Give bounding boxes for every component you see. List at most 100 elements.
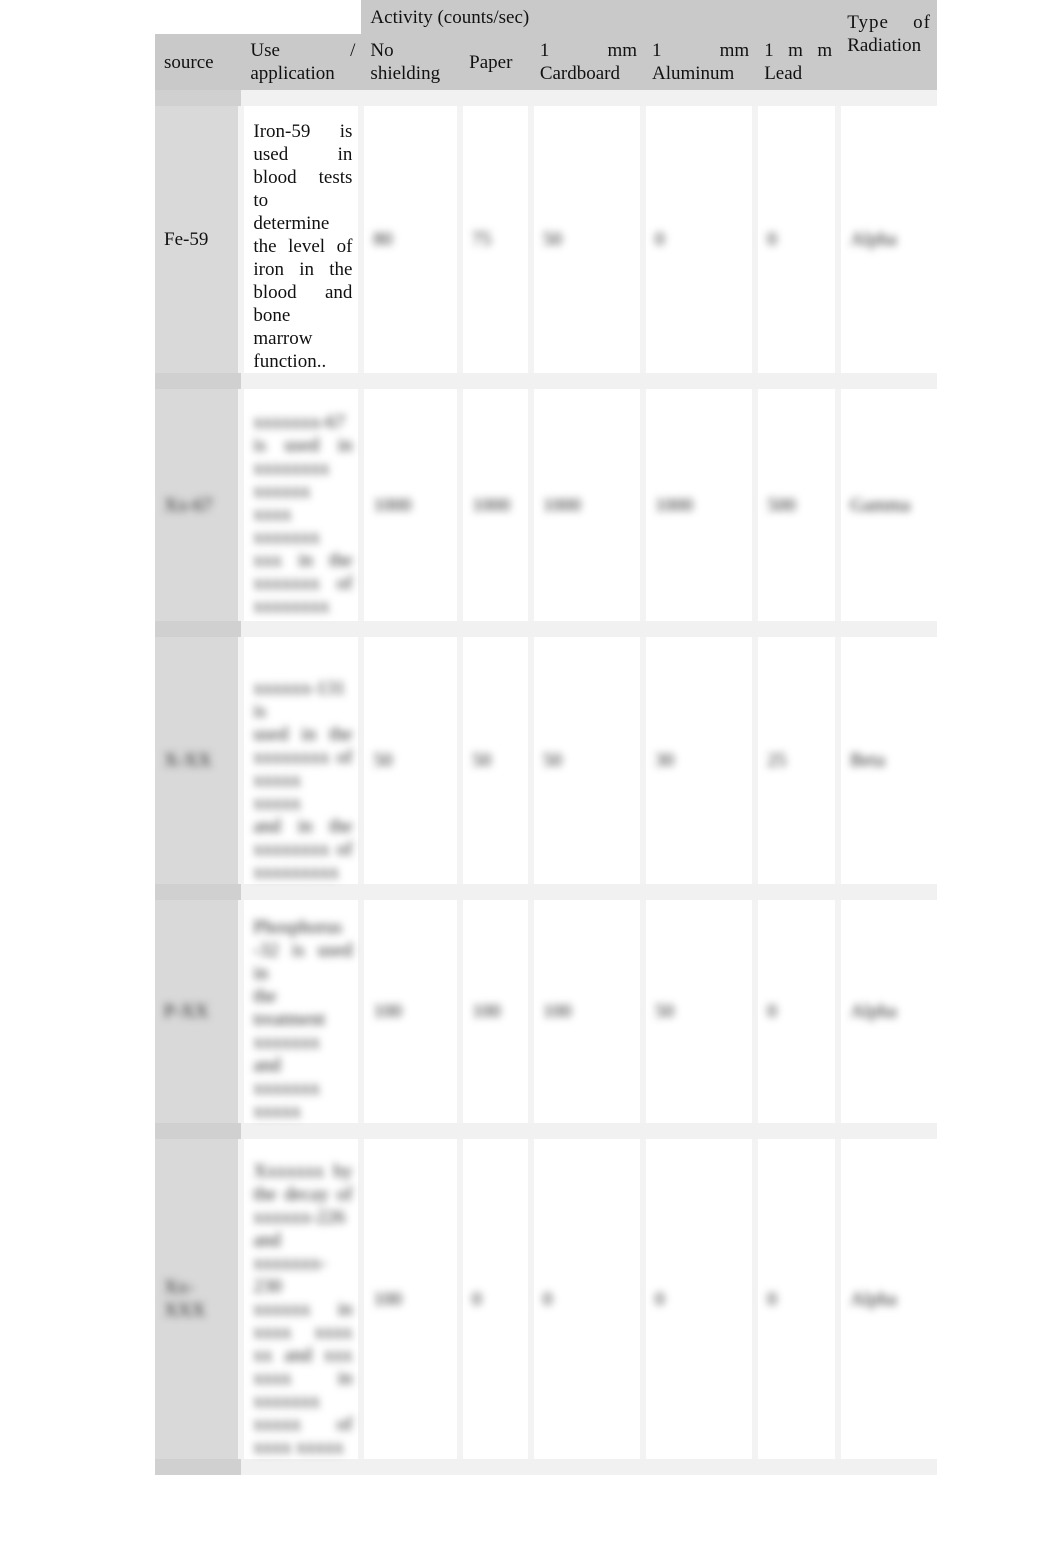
separator-cell: [361, 884, 461, 900]
aluminum-value: 0: [655, 229, 665, 250]
cardboard-cell: 50: [527, 637, 643, 884]
aluminum-cell: 0: [639, 106, 756, 373]
paper-value: 50: [472, 750, 492, 771]
header-text: 1: [652, 40, 662, 61]
no-shielding-value: 100: [373, 1288, 402, 1310]
paper-cell: 0: [457, 1139, 531, 1459]
source-cell: P-XX: [155, 900, 242, 1123]
separator-cell: [155, 621, 242, 637]
aluminum-cell: 30: [639, 637, 756, 884]
row-separator: [155, 621, 937, 637]
table-row: Xx-XXX Xxxxxxx by the decay of xxxxxx-226 an…: [155, 1139, 937, 1459]
use-text-line: xxxxx: [253, 1101, 301, 1122]
separator-cell: [530, 621, 643, 637]
source-cell: X-XX: [155, 637, 242, 884]
header-text: No: [370, 40, 394, 61]
separator-cell: [460, 1123, 531, 1139]
header-type-line2: Radiation: [847, 35, 922, 56]
lead-cell: 0: [752, 1139, 839, 1459]
no-shielding-cell: 100: [358, 900, 461, 1123]
header-text: Use: [250, 40, 280, 61]
separator-cell: [361, 621, 461, 637]
use-text-line: xxxx xxxxx: [253, 1436, 344, 1458]
separator-cell: [361, 90, 461, 106]
use-text-line: and in the: [253, 816, 353, 837]
lead-cell: 500: [752, 389, 839, 621]
source-label: X-XX: [164, 750, 212, 771]
type-cell: Gamma: [835, 389, 937, 621]
use-text-line: Iron-59 is: [253, 121, 353, 142]
use-text-line: xxxxxxxx of: [253, 839, 353, 860]
lead-value: 500: [767, 494, 796, 516]
no-shielding-value: 100: [373, 1001, 402, 1022]
paper-value: 0: [472, 1288, 482, 1310]
use-text-line: xxxxxxx: [253, 1078, 320, 1099]
header-text: of: [913, 12, 931, 33]
aluminum-value: 1000: [655, 494, 693, 516]
aluminum-value: 50: [655, 1001, 674, 1022]
lead-cell: 0: [752, 106, 839, 373]
header-text: m m: [788, 40, 833, 61]
use-application-cell: Phosphorus -32 is used in the treatment xxx…: [238, 900, 362, 1123]
type-value: Beta: [850, 750, 886, 771]
separator-cell: [755, 1459, 839, 1475]
cardboard-cell: 1000: [527, 389, 643, 621]
aluminum-cell: 50: [639, 900, 756, 1123]
no-shielding-value: 1000: [373, 494, 412, 516]
aluminum-cell: 0: [639, 1139, 756, 1459]
separator-cell: [530, 373, 643, 389]
cardboard-value: 1000: [542, 494, 581, 516]
separator-cell: [241, 1123, 362, 1139]
use-text-line: is used in: [253, 434, 353, 456]
source-label: Xx-XXX: [164, 1277, 206, 1321]
header-type-line1: Type of: [847, 11, 931, 34]
separator-cell: [838, 884, 937, 900]
use-text-line: the level of: [253, 236, 353, 257]
source-label: Xx-67: [164, 494, 213, 516]
separator-cell: [530, 884, 643, 900]
use-text-line: function..: [253, 351, 327, 372]
separator-cell: [643, 1123, 756, 1139]
use-text-line: xxxxxxx: [253, 526, 320, 548]
header-line: 1 mm: [652, 39, 749, 62]
separator-cell: [241, 90, 362, 106]
separator-cell: [838, 621, 937, 637]
lead-cell: 25: [752, 637, 839, 884]
separator-cell: [155, 1123, 242, 1139]
row-separator: [155, 884, 937, 900]
cardboard-cell: 50: [527, 106, 643, 373]
header-row: source Use / application No shielding Pa…: [155, 34, 937, 90]
cardboard-value: 0: [542, 1288, 553, 1310]
header-text: 1: [539, 40, 550, 61]
row-separator: [155, 90, 937, 106]
type-value: Alpha: [850, 1288, 897, 1310]
separator-cell: [838, 90, 937, 106]
separator-cell: [643, 621, 756, 637]
use-text-line: xxxxxx-226: [253, 1206, 346, 1228]
use-text-line: iron in the: [253, 259, 353, 280]
use-text-line: xxxxxx-131 is: [253, 678, 346, 722]
separator-cell: [838, 373, 937, 389]
use-text-line: xxxxxxx: [253, 1390, 320, 1412]
table-row: Fe-59 Iron-59 is used in blood tests to dete…: [155, 106, 937, 373]
separator-cell: [361, 373, 461, 389]
activity-group-header: Activity (counts/sec): [361, 0, 839, 34]
header-row-group: Activity (counts/sec) Type of Radiation: [155, 0, 937, 90]
header-spacer: [155, 0, 242, 34]
separator-cell: [643, 90, 756, 106]
header-text: /: [350, 40, 356, 61]
header-text: Cardboard: [539, 63, 621, 84]
separator-cell: [838, 1459, 937, 1475]
separator-cell: [755, 1123, 839, 1139]
type-cell: Beta: [835, 637, 937, 884]
separator-cell: [155, 373, 242, 389]
use-text-line: xxxxxxxx of: [253, 747, 353, 768]
separator-cell: [460, 621, 531, 637]
source-cell: Fe-59: [155, 106, 242, 373]
use-text-line: blood tests to: [253, 167, 353, 211]
use-text-line: xxxx xxxx: [253, 1321, 353, 1343]
paper-cell: 75: [457, 106, 531, 373]
use-text-line: bone marrow: [253, 305, 313, 349]
aluminum-value: 30: [655, 750, 674, 771]
use-text-line: blood and: [253, 282, 353, 303]
